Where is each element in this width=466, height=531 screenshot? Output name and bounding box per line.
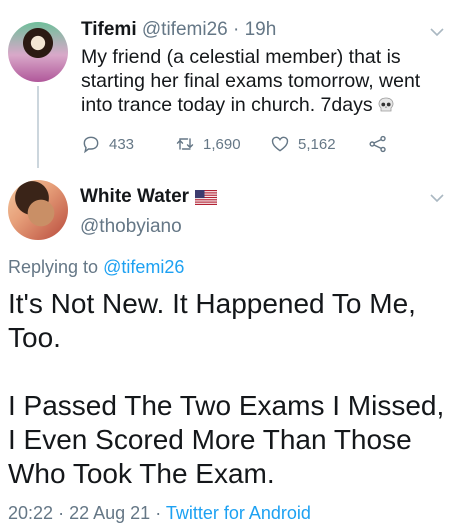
replying-mention[interactable]: @tifemi26	[103, 257, 184, 277]
us-flag-icon	[195, 189, 218, 205]
parent-handle[interactable]: @tifemi26	[142, 19, 228, 40]
like-action[interactable]: 5,162	[270, 134, 368, 154]
tweet-time[interactable]: 20:22	[8, 503, 53, 523]
retweet-action[interactable]: 1,690	[175, 134, 270, 154]
heart-icon	[271, 136, 289, 152]
reply-author[interactable]: White Water	[80, 186, 218, 208]
share-icon	[369, 135, 386, 153]
thread-line	[37, 86, 39, 168]
reply-paragraph-2: I Passed The Two Exams I Missed, I Even …	[8, 390, 445, 489]
retweet-count: 1,690	[203, 135, 241, 153]
replying-to: Replying to @tifemi26	[8, 257, 184, 278]
share-action[interactable]	[368, 134, 396, 154]
tweet-date[interactable]: 22 Aug 21	[69, 503, 150, 523]
parent-actions: 433 1,690 5,162	[81, 133, 396, 155]
reply-count: 433	[109, 135, 135, 153]
retweet-icon	[176, 138, 194, 150]
parent-header: Tifemi @tifemi26 · 19h	[81, 19, 276, 41]
parent-time[interactable]: 19h	[245, 19, 277, 40]
like-count: 5,162	[298, 135, 336, 153]
parent-author-name[interactable]: Tifemi	[81, 19, 137, 40]
reply-paragraph-1: It's Not New. It Happened To Me, Too.	[8, 288, 416, 353]
reply-author-name[interactable]: White Water	[80, 186, 189, 208]
chevron-down-icon[interactable]	[429, 193, 445, 203]
replying-prefix: Replying to	[8, 257, 99, 277]
footer-separator-2: ·	[155, 503, 162, 523]
tweet-source[interactable]: Twitter for Android	[166, 503, 311, 523]
reply-action[interactable]: 433	[81, 134, 175, 154]
parent-separator: ·	[233, 19, 240, 40]
footer-separator-1: ·	[58, 503, 65, 523]
skull-icon	[378, 97, 393, 112]
avatar-white-water[interactable]	[8, 180, 68, 240]
parent-text: My friend (a celestial member) that is s…	[81, 46, 421, 116]
tweet-footer: 20:22 · 22 Aug 21 · Twitter for Android	[8, 503, 311, 524]
parent-tweet-text: My friend (a celestial member) that is s…	[81, 45, 431, 117]
chevron-down-icon[interactable]	[429, 27, 445, 37]
reply-handle[interactable]: @thobyiano	[80, 216, 182, 238]
reply-icon	[83, 136, 99, 154]
avatar-tifemi[interactable]	[8, 22, 68, 82]
reply-tweet-text: It's Not New. It Happened To Me, Too. I …	[8, 287, 458, 491]
